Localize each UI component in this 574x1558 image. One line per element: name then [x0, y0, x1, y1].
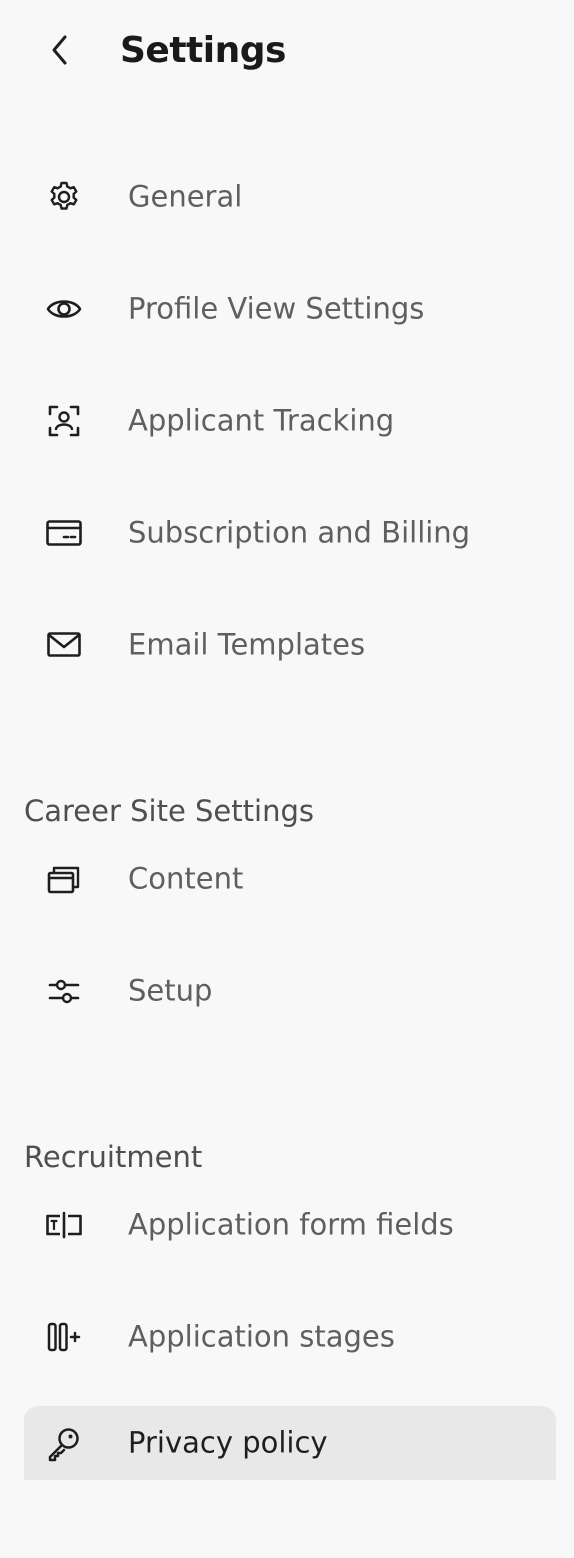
nav-item-label: Content	[128, 861, 244, 896]
nav-item-general[interactable]: General	[24, 160, 556, 234]
columns-add-icon	[44, 1317, 84, 1357]
nav-item-label: Application stages	[128, 1319, 395, 1354]
key-icon	[44, 1423, 84, 1463]
credit-card-icon	[44, 513, 84, 553]
gear-icon	[44, 177, 84, 217]
eye-icon	[44, 289, 84, 329]
settings-page: Settings General Profile View Settings A…	[0, 0, 574, 1558]
nav-item-application-form-fields[interactable]: Application form fields	[24, 1188, 556, 1262]
section-heading-career-site: Career Site Settings	[24, 794, 314, 828]
nav-item-subscription-billing[interactable]: Subscription and Billing	[24, 496, 556, 570]
nav-item-label: Email Templates	[128, 627, 366, 662]
nav-item-content[interactable]: Content	[24, 842, 556, 916]
text-field-icon	[44, 1205, 84, 1245]
nav-item-label: General	[128, 179, 243, 214]
nav-item-label: Application form fields	[128, 1207, 454, 1242]
nav-item-setup[interactable]: Setup	[24, 954, 556, 1028]
stacked-windows-icon	[44, 859, 84, 899]
back-button[interactable]	[38, 28, 82, 72]
nav-item-application-stages[interactable]: Application stages	[24, 1300, 556, 1374]
nav-item-label: Applicant Tracking	[128, 403, 395, 438]
nav-item-label: Privacy policy	[128, 1425, 328, 1460]
section-heading-recruitment: Recruitment	[24, 1140, 203, 1174]
nav-item-label: Setup	[128, 973, 213, 1008]
envelope-icon	[44, 625, 84, 665]
nav-item-applicant-tracking[interactable]: Applicant Tracking	[24, 384, 556, 458]
header: Settings	[0, 0, 574, 104]
page-title: Settings	[120, 30, 286, 71]
sliders-icon	[44, 971, 84, 1011]
chevron-left-icon	[48, 34, 72, 66]
nav-item-label: Subscription and Billing	[128, 515, 471, 550]
nav-item-privacy-policy[interactable]: Privacy policy	[24, 1406, 556, 1480]
nav-item-email-templates[interactable]: Email Templates	[24, 608, 556, 682]
nav-item-profile-view-settings[interactable]: Profile View Settings	[24, 272, 556, 346]
nav-item-label: Profile View Settings	[128, 291, 425, 326]
user-scan-icon	[44, 401, 84, 441]
